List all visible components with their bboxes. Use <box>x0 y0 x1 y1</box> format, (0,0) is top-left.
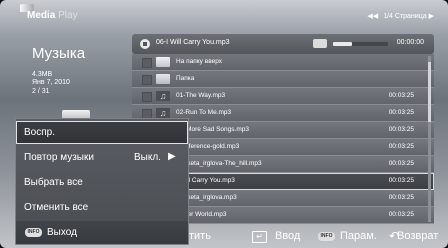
hint-delete[interactable]: тить <box>189 230 211 242</box>
file-index: 2 / 31 <box>32 88 50 95</box>
playback-progress[interactable] <box>333 42 388 46</box>
row-checkbox[interactable] <box>142 75 152 85</box>
media-play-screen: Media Play ◀◀ 1/4 Страница ▶ Музыка 4.3MB … <box>0 0 448 248</box>
stop-icon[interactable] <box>140 39 150 49</box>
menu-item-label: Выбрать все <box>24 177 83 188</box>
menu-item-label: Повтор музыки <box>24 152 94 163</box>
file-list-row[interactable]: ♫ 01-The Way.mp3 00:03:25 <box>132 88 434 105</box>
file-list-row[interactable]: Папка <box>132 71 434 88</box>
folder-up-icon <box>156 57 170 67</box>
page-label: 1/4 Страница <box>383 13 427 20</box>
now-playing-title: 06-I Will Carry You.mp3 <box>156 39 230 46</box>
hint-options[interactable]: Парам. <box>340 230 377 242</box>
file-duration: 00:03:25 <box>388 126 414 133</box>
category-title: Музыка <box>32 45 86 62</box>
page-prev-icon[interactable]: ◀◀ <box>367 13 378 20</box>
folder-icon <box>156 74 170 84</box>
music-note-icon: ♫ <box>156 91 170 101</box>
chevron-right-icon[interactable]: ▶ <box>168 151 176 162</box>
file-duration: 00:03:25 <box>388 194 414 201</box>
file-size: 4.3MB <box>32 71 53 78</box>
row-checkbox[interactable] <box>142 58 152 68</box>
brand-media: Media <box>27 10 56 21</box>
file-duration: 00:03:25 <box>388 143 414 150</box>
menu-item-repeat[interactable]: Повтор музыки Выкл. ▶ <box>16 146 188 169</box>
file-name: На папку вверх <box>176 58 222 65</box>
menu-item-label: Отменить все <box>24 202 89 213</box>
playback-progress-fill <box>333 42 353 46</box>
file-duration: 00:03:25 <box>388 92 414 99</box>
repeat-value: Выкл. <box>134 152 161 163</box>
hint-return[interactable]: Возврат <box>397 230 438 242</box>
file-name: 02-Run To Me.mp3 <box>176 109 232 116</box>
menu-item-select-all[interactable]: Выбрать все <box>16 171 188 194</box>
music-note-icon: ♫ <box>156 108 170 118</box>
enter-key-icon: ↵ <box>252 231 267 243</box>
menu-item-deselect-all[interactable]: Отменить все <box>16 196 188 219</box>
file-duration: 00:03:25 <box>388 160 414 167</box>
file-date: Янв 7, 2010 <box>32 79 70 86</box>
file-duration: 00:03:25 <box>388 177 414 184</box>
brand-play: Play <box>58 10 78 21</box>
footer-hints: тить ↵ Ввод INFO Парам. ↶ Возврат <box>0 226 448 248</box>
file-name: Папка <box>176 75 195 82</box>
hint-enter[interactable]: Ввод <box>275 230 300 242</box>
page-next-icon[interactable]: ▶ <box>429 13 434 20</box>
scrollbar-thumb[interactable] <box>428 62 431 122</box>
page-indicator: ◀◀ 1/4 Страница ▶ <box>367 12 434 20</box>
app-logo: Media Play <box>27 10 78 21</box>
now-playing-bar: 06-I Will Carry You.mp3 00:00:00 <box>132 34 434 54</box>
file-name: 01-The Way.mp3 <box>176 92 226 99</box>
list-scrollbar[interactable] <box>428 56 431 222</box>
repeat-badge-icon <box>313 39 327 48</box>
playback-time: 00:00:00 <box>396 39 424 46</box>
header: Media Play ◀◀ 1/4 Страница ▶ <box>0 0 448 36</box>
file-duration: 00:03:25 <box>388 109 414 116</box>
file-list-row[interactable]: На папку вверх <box>132 54 434 71</box>
file-duration: 00:03:25 <box>388 211 414 218</box>
row-checkbox[interactable] <box>142 92 152 102</box>
info-key-icon: INFO <box>318 232 335 241</box>
menu-item-label: Воспр. <box>24 127 55 138</box>
menu-item-play[interactable]: Воспр. <box>16 121 188 144</box>
